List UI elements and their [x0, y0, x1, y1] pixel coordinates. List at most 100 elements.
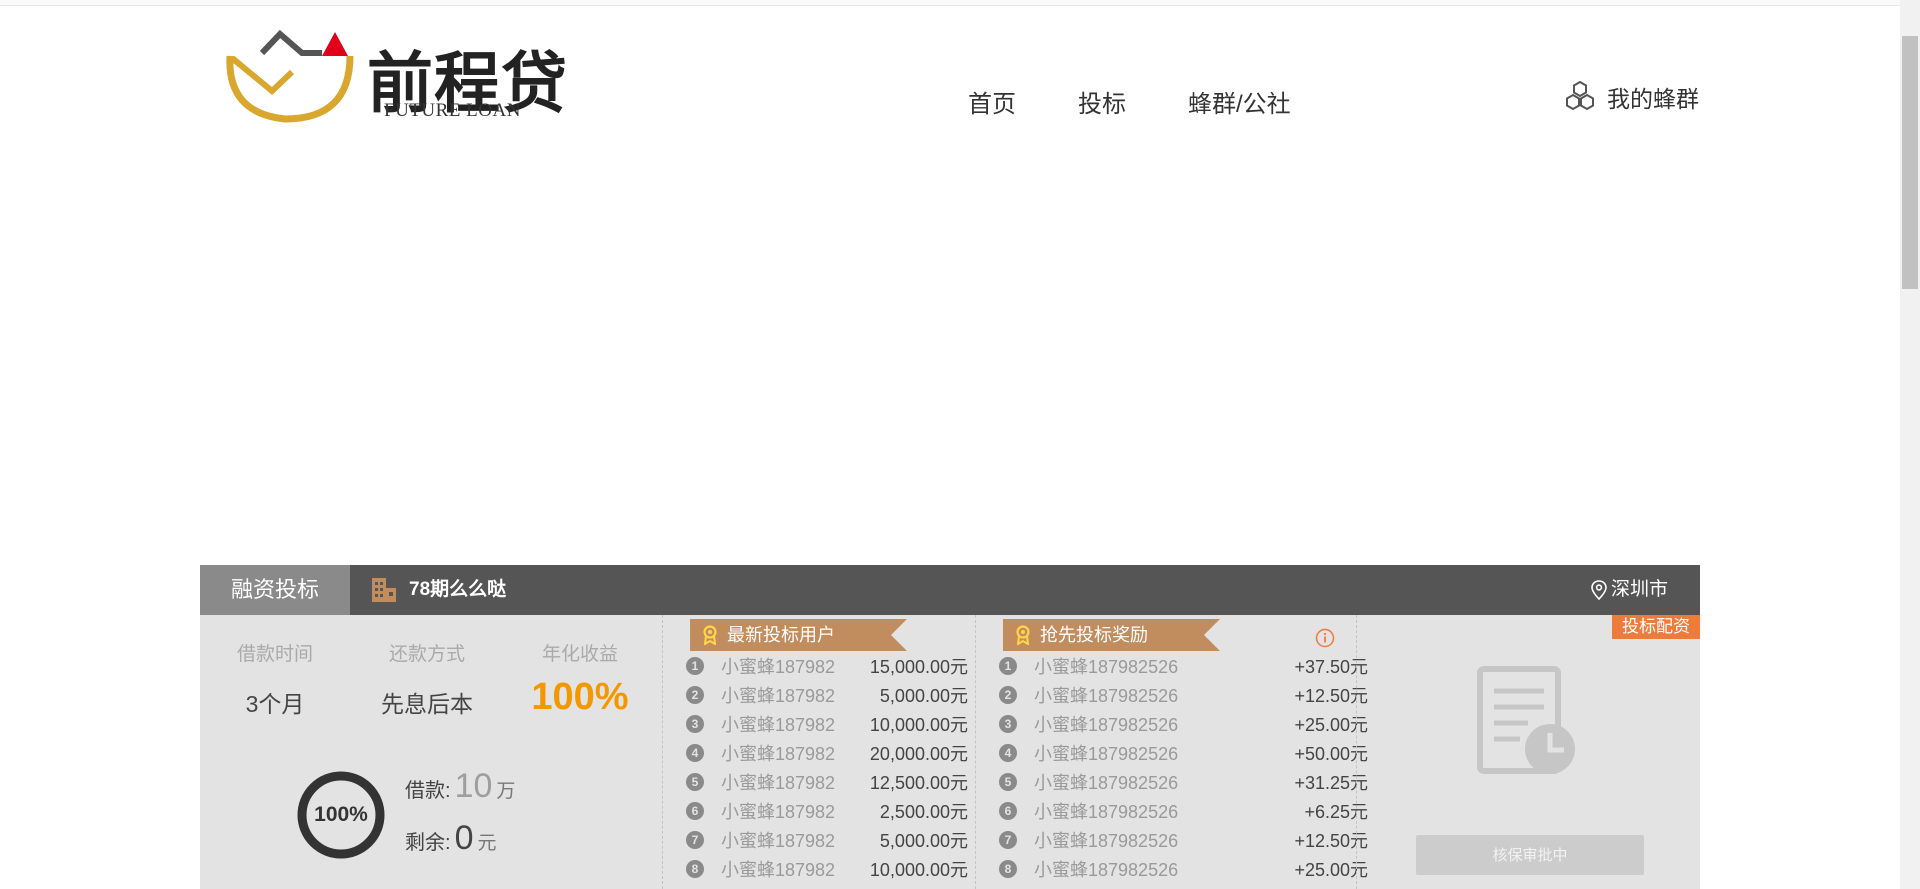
rank-badge: 1 — [686, 656, 704, 675]
status-panel: 投标配资 核保审批中 — [1356, 615, 1700, 889]
rank-badge: 8 — [999, 859, 1017, 878]
list-item: 3 小蜜蜂187982 10,000.00元 — [662, 709, 968, 738]
invest-amount: 2,500.00元 — [879, 801, 968, 822]
rank-badge: 6 — [999, 801, 1017, 820]
investor-name: 小蜜蜂187982526 — [1034, 743, 1179, 764]
investor-name: 小蜜蜂187982526 — [1034, 830, 1179, 851]
rank-badge: 7 — [686, 830, 704, 849]
rank-badge: 2 — [999, 685, 1017, 704]
rank-badge: 5 — [686, 772, 704, 791]
reward-amount: +12.50元 — [1294, 685, 1368, 706]
rank-badge: 3 — [999, 714, 1017, 733]
list-item: 1 小蜜蜂187982526 +37.50元 — [975, 651, 1368, 680]
investor-name: 小蜜蜂187982526 — [1034, 714, 1179, 735]
list-item: 4 小蜜蜂187982 20,000.00元 — [662, 738, 968, 767]
list-item: 7 小蜜蜂187982526 +12.50元 — [975, 825, 1368, 854]
latest-investors-list: 1 小蜜蜂187982 15,000.00元 2 小蜜蜂187982 5,000.00元… — [662, 651, 968, 883]
list-item: 6 小蜜蜂187982 2,500.00元 — [662, 796, 968, 825]
location-pin-icon — [1591, 580, 1607, 600]
loan-amounts: 借款: 10 万 剩余: 0 元 — [405, 767, 515, 871]
reward-amount: +31.25元 — [1294, 772, 1368, 793]
site-logo[interactable]: 前程贷 FUTURE LOAN — [222, 28, 582, 124]
nav-invest[interactable]: 投标 — [1078, 84, 1126, 119]
repay-method-label: 还款方式 — [388, 644, 465, 665]
building-icon — [372, 578, 396, 602]
investor-name: 小蜜蜂187982 — [721, 743, 836, 764]
investor-name: 小蜜蜂187982 — [721, 685, 836, 706]
project-card-header: 融资投标 78期么么哒 深圳市 — [200, 565, 1700, 615]
list-item: 8 小蜜蜂187982 10,000.00元 — [662, 854, 968, 883]
invest-amount: 5,000.00元 — [879, 685, 968, 706]
nav-community[interactable]: 蜂群/公社 — [1188, 84, 1291, 119]
annual-rate-label: 年化收益 — [541, 644, 618, 665]
invest-amount: 10,000.00元 — [869, 859, 968, 880]
investor-name: 小蜜蜂187982 — [721, 714, 836, 735]
list-item: 5 小蜜蜂187982526 +31.25元 — [975, 767, 1368, 796]
reward-amount: +37.50元 — [1294, 656, 1368, 677]
logo-mark — [226, 29, 354, 123]
progress-percent: 100% — [314, 803, 368, 826]
scrollbar-thumb[interactable] — [1902, 36, 1918, 289]
latest-investors-title: 最新投标用户 — [727, 625, 835, 645]
rank-badge: 4 — [999, 743, 1017, 762]
list-item: 6 小蜜蜂187982526 +6.25元 — [975, 796, 1368, 825]
loan-amount-value: 10 — [454, 767, 493, 805]
loan-term: 借款时间 3个月 — [200, 615, 350, 719]
repay-method: 还款方式 先息后本 — [352, 615, 502, 719]
annual-rate-value: 100% — [531, 676, 629, 718]
loan-amount-label: 借款: — [405, 780, 451, 802]
main-nav: 首页 投标 蜂群/公社 — [968, 84, 1353, 119]
invest-amount: 10,000.00元 — [869, 714, 968, 735]
document-clock-icon — [1477, 666, 1575, 774]
vertical-scrollbar[interactable] — [1900, 0, 1920, 889]
list-item: 2 小蜜蜂187982526 +12.50元 — [975, 680, 1368, 709]
invest-amount: 12,500.00元 — [869, 772, 968, 793]
loan-amount-unit: 万 — [496, 781, 516, 802]
investor-name: 小蜜蜂187982526 — [1034, 859, 1179, 880]
info-icon[interactable] — [1315, 628, 1335, 648]
investor-name: 小蜜蜂187982 — [721, 859, 836, 880]
early-rewards-panel: 抢先投标奖励 1 小蜜蜂187982526 +37.50元 2 小蜜蜂18798252… — [975, 615, 1368, 889]
investor-name: 小蜜蜂187982526 — [1034, 772, 1179, 793]
rank-badge: 6 — [686, 801, 704, 820]
city-label: 深圳市 — [1610, 579, 1668, 600]
reward-amount: +12.50元 — [1294, 830, 1368, 851]
rank-badge: 2 — [686, 685, 704, 704]
investor-name: 小蜜蜂187982 — [721, 830, 836, 851]
rank-badge: 4 — [686, 743, 704, 762]
remaining-value: 0 — [454, 819, 474, 857]
annual-rate: 年化收益 100% — [505, 615, 655, 719]
early-rewards-list: 1 小蜜蜂187982526 +37.50元 2 小蜜蜂187982526 +12.50… — [975, 651, 1368, 883]
my-swarm-label: 我的蜂群 — [1607, 86, 1699, 112]
list-item: 8 小蜜蜂187982526 +25.00元 — [975, 854, 1368, 883]
remaining-amount-row: 剩余: 0 元 — [405, 819, 515, 871]
list-item: 4 小蜜蜂187982526 +50.00元 — [975, 738, 1368, 767]
rank-badge: 8 — [686, 859, 704, 878]
under-review-button[interactable]: 核保审批中 — [1416, 835, 1644, 875]
invest-amount: 5,000.00元 — [879, 830, 968, 851]
my-swarm-link[interactable]: 我的蜂群 — [1563, 80, 1699, 114]
medal-icon — [1015, 625, 1031, 645]
project-city: 深圳市 — [1591, 565, 1668, 615]
investor-name: 小蜜蜂187982526 — [1034, 656, 1179, 677]
loan-term-label: 借款时间 — [236, 644, 313, 665]
reward-amount: +25.00元 — [1294, 714, 1368, 735]
tab-financing-invest[interactable]: 融资投标 — [200, 565, 350, 615]
list-item: 3 小蜜蜂187982526 +25.00元 — [975, 709, 1368, 738]
investor-name: 小蜜蜂187982526 — [1034, 801, 1179, 822]
nav-home[interactable]: 首页 — [968, 84, 1016, 119]
rank-badge: 7 — [999, 830, 1017, 849]
investor-name: 小蜜蜂187982 — [721, 656, 836, 677]
latest-investors-panel: 最新投标用户 1 小蜜蜂187982 15,000.00元 2 小蜜蜂187982 5,… — [662, 615, 975, 889]
early-rewards-title: 抢先投标奖励 — [1040, 625, 1148, 645]
loan-amount-row: 借款: 10 万 — [405, 767, 515, 819]
invest-amount: 20,000.00元 — [869, 743, 968, 764]
list-item: 2 小蜜蜂187982 5,000.00元 — [662, 680, 968, 709]
remaining-label: 剩余: — [405, 832, 451, 854]
reward-amount: +6.25元 — [1304, 801, 1368, 822]
top-border — [0, 0, 1900, 6]
investor-name: 小蜜蜂187982 — [721, 801, 836, 822]
list-item: 5 小蜜蜂187982 12,500.00元 — [662, 767, 968, 796]
investor-name: 小蜜蜂187982526 — [1034, 685, 1179, 706]
loan-summary: 借款时间 3个月 还款方式 先息后本 年化收益 100% 100% 借款: 10… — [200, 615, 662, 889]
